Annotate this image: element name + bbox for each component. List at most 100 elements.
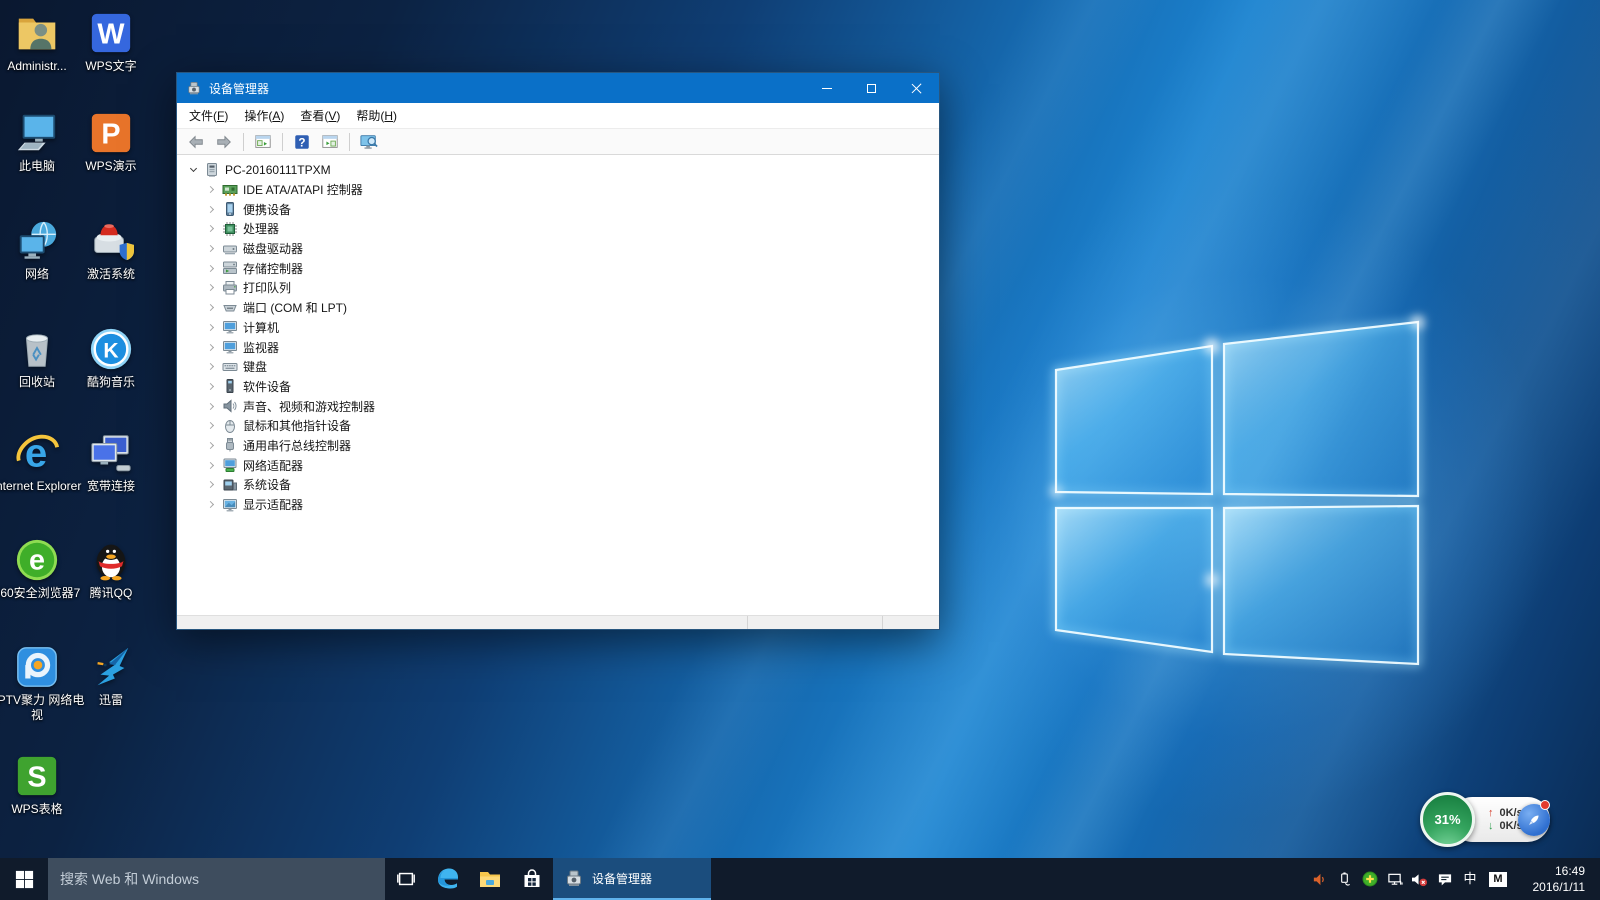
ime-language-button[interactable]: 中 <box>1457 858 1483 900</box>
svg-text:P: P <box>101 119 120 151</box>
expand-chevron-icon[interactable] <box>203 437 219 453</box>
internet-explorer-icon: e <box>14 430 60 476</box>
edge-button[interactable] <box>427 858 469 900</box>
display-adapter-icon <box>222 497 238 513</box>
memory-usage-ball[interactable]: 31% <box>1420 792 1475 847</box>
mouse-icon <box>222 418 238 434</box>
taskbar-search-input[interactable] <box>48 858 385 900</box>
forward-arrow-icon <box>215 133 233 151</box>
action-center-tray-button[interactable] <box>1432 858 1457 900</box>
expand-chevron-icon[interactable] <box>203 319 219 335</box>
audio-manager-tray-button[interactable] <box>1307 858 1332 900</box>
net-speed-widget[interactable]: ↑0K/s ↓0K/s 31% <box>1420 792 1556 848</box>
expand-chevron-icon[interactable] <box>203 221 219 237</box>
menu-help[interactable]: 帮助(H) <box>348 103 405 128</box>
device-tree: PC-20160111TPXM IDE ATA/ATAPI 控制器 便携设备 处… <box>177 155 939 615</box>
desktop-icon-activate-system[interactable]: 激活系统 <box>63 218 159 282</box>
speaker-icon <box>222 398 238 414</box>
expand-chevron-icon[interactable] <box>203 280 219 296</box>
desktop-icon-wps-spreadsheet[interactable]: S WPS表格 <box>0 753 85 817</box>
store-bag-icon <box>521 868 543 890</box>
tree-row-display-adapter[interactable]: 显示适配器 <box>177 495 939 515</box>
action-pane-button[interactable] <box>318 131 342 153</box>
task-view-icon <box>395 869 417 889</box>
usb-eject-tray-button[interactable] <box>1332 858 1357 900</box>
desktop-icon-label: 迅雷 <box>99 693 123 708</box>
desktop-icon-thunder[interactable]: 迅雷 <box>63 644 159 708</box>
action-center-icon <box>1437 872 1453 887</box>
download-arrow-icon: ↓ <box>1488 820 1494 832</box>
expand-chevron-icon[interactable] <box>203 477 219 493</box>
desktop-icon-broadband[interactable]: 宽带连接 <box>63 430 159 494</box>
window-titlebar[interactable]: 设备管理器 <box>177 73 939 103</box>
svg-text:S: S <box>27 762 46 794</box>
desktop-icon-kugou[interactable]: K 酷狗音乐 <box>63 326 159 390</box>
show-console-tree-button[interactable] <box>251 131 275 153</box>
tree-row-computer[interactable]: 计算机 <box>177 318 939 338</box>
tree-row-system-devices[interactable]: 系统设备 <box>177 475 939 495</box>
computer-icon <box>204 162 220 178</box>
tree-row-ide[interactable]: IDE ATA/ATAPI 控制器 <box>177 180 939 200</box>
wps-writer-icon: W <box>88 10 134 56</box>
store-button[interactable] <box>511 858 553 900</box>
tree-row-usb[interactable]: 通用串行总线控制器 <box>177 436 939 456</box>
expand-chevron-icon[interactable] <box>203 241 219 257</box>
menu-action[interactable]: 操作(A) <box>236 103 292 128</box>
expand-chevron-icon[interactable] <box>203 359 219 375</box>
expand-chevron-icon[interactable] <box>203 378 219 394</box>
tree-row-mouse[interactable]: 鼠标和其他指针设备 <box>177 416 939 436</box>
tree-row-disk[interactable]: 磁盘驱动器 <box>177 239 939 259</box>
expand-chevron-icon[interactable] <box>203 497 219 513</box>
tree-row-monitors[interactable]: 监视器 <box>177 337 939 357</box>
network-tray-button[interactable] <box>1382 858 1407 900</box>
ime-mode-button[interactable]: M <box>1483 872 1513 887</box>
expand-chevron-icon[interactable] <box>203 457 219 473</box>
expand-chevron-icon[interactable] <box>203 182 219 198</box>
start-button[interactable] <box>0 858 48 900</box>
tree-root-row[interactable]: PC-20160111TPXM <box>177 160 939 180</box>
tree-row-print-queue[interactable]: 打印队列 <box>177 278 939 298</box>
menu-file[interactable]: 文件(F) <box>181 103 236 128</box>
expand-chevron-icon[interactable] <box>203 418 219 434</box>
tree-row-keyboard[interactable]: 键盘 <box>177 357 939 377</box>
rocket-icon <box>1526 812 1542 828</box>
taskbar-clock[interactable]: 16:49 2016/1/11 <box>1513 863 1595 895</box>
menu-view[interactable]: 查看(V) <box>292 103 348 128</box>
volume-tray-button[interactable] <box>1407 858 1432 900</box>
expand-chevron-icon[interactable] <box>203 398 219 414</box>
desktop-icon-wps-writer[interactable]: W WPS文字 <box>63 10 159 74</box>
close-button[interactable] <box>894 73 939 103</box>
collapse-chevron-icon[interactable] <box>185 162 201 178</box>
taskbar-empty-area <box>711 858 1307 900</box>
help-button[interactable]: ? <box>290 131 314 153</box>
file-explorer-button[interactable] <box>469 858 511 900</box>
tree-row-software[interactable]: 软件设备 <box>177 377 939 397</box>
360-safe-tray-button[interactable] <box>1357 858 1382 900</box>
back-button[interactable] <box>184 131 208 153</box>
tree-row-storage[interactable]: 存储控制器 <box>177 258 939 278</box>
expand-chevron-icon[interactable] <box>203 260 219 276</box>
thunder-icon <box>88 644 134 690</box>
tree-row-sound[interactable]: 声音、视频和游戏控制器 <box>177 396 939 416</box>
status-segment <box>177 616 747 629</box>
taskbar-active-device-manager[interactable]: 设备管理器 <box>553 858 711 900</box>
expand-chevron-icon[interactable] <box>203 339 219 355</box>
tree-row-processor[interactable]: 处理器 <box>177 219 939 239</box>
port-icon <box>222 300 238 316</box>
tree-row-ports[interactable]: 端口 (COM 和 LPT) <box>177 298 939 318</box>
desktop-icon-label: 此电脑 <box>19 159 55 174</box>
expand-chevron-icon[interactable] <box>203 201 219 217</box>
task-view-button[interactable] <box>385 858 427 900</box>
desktop-icon-wps-presentation[interactable]: P WPS演示 <box>63 110 159 174</box>
maximize-button[interactable] <box>849 73 894 103</box>
minimize-button[interactable] <box>804 73 849 103</box>
tree-row-portable[interactable]: 便携设备 <box>177 199 939 219</box>
expand-chevron-icon[interactable] <box>203 300 219 316</box>
desktop-icon-label: 腾讯QQ <box>90 586 133 601</box>
administrator-folder-icon <box>14 10 60 56</box>
tree-row-network-adapter[interactable]: 网络适配器 <box>177 455 939 475</box>
desktop-icon-qq[interactable]: 腾讯QQ <box>63 537 159 601</box>
monitor-icon <box>222 319 238 335</box>
scan-hardware-button[interactable] <box>357 131 381 153</box>
forward-button[interactable] <box>212 131 236 153</box>
